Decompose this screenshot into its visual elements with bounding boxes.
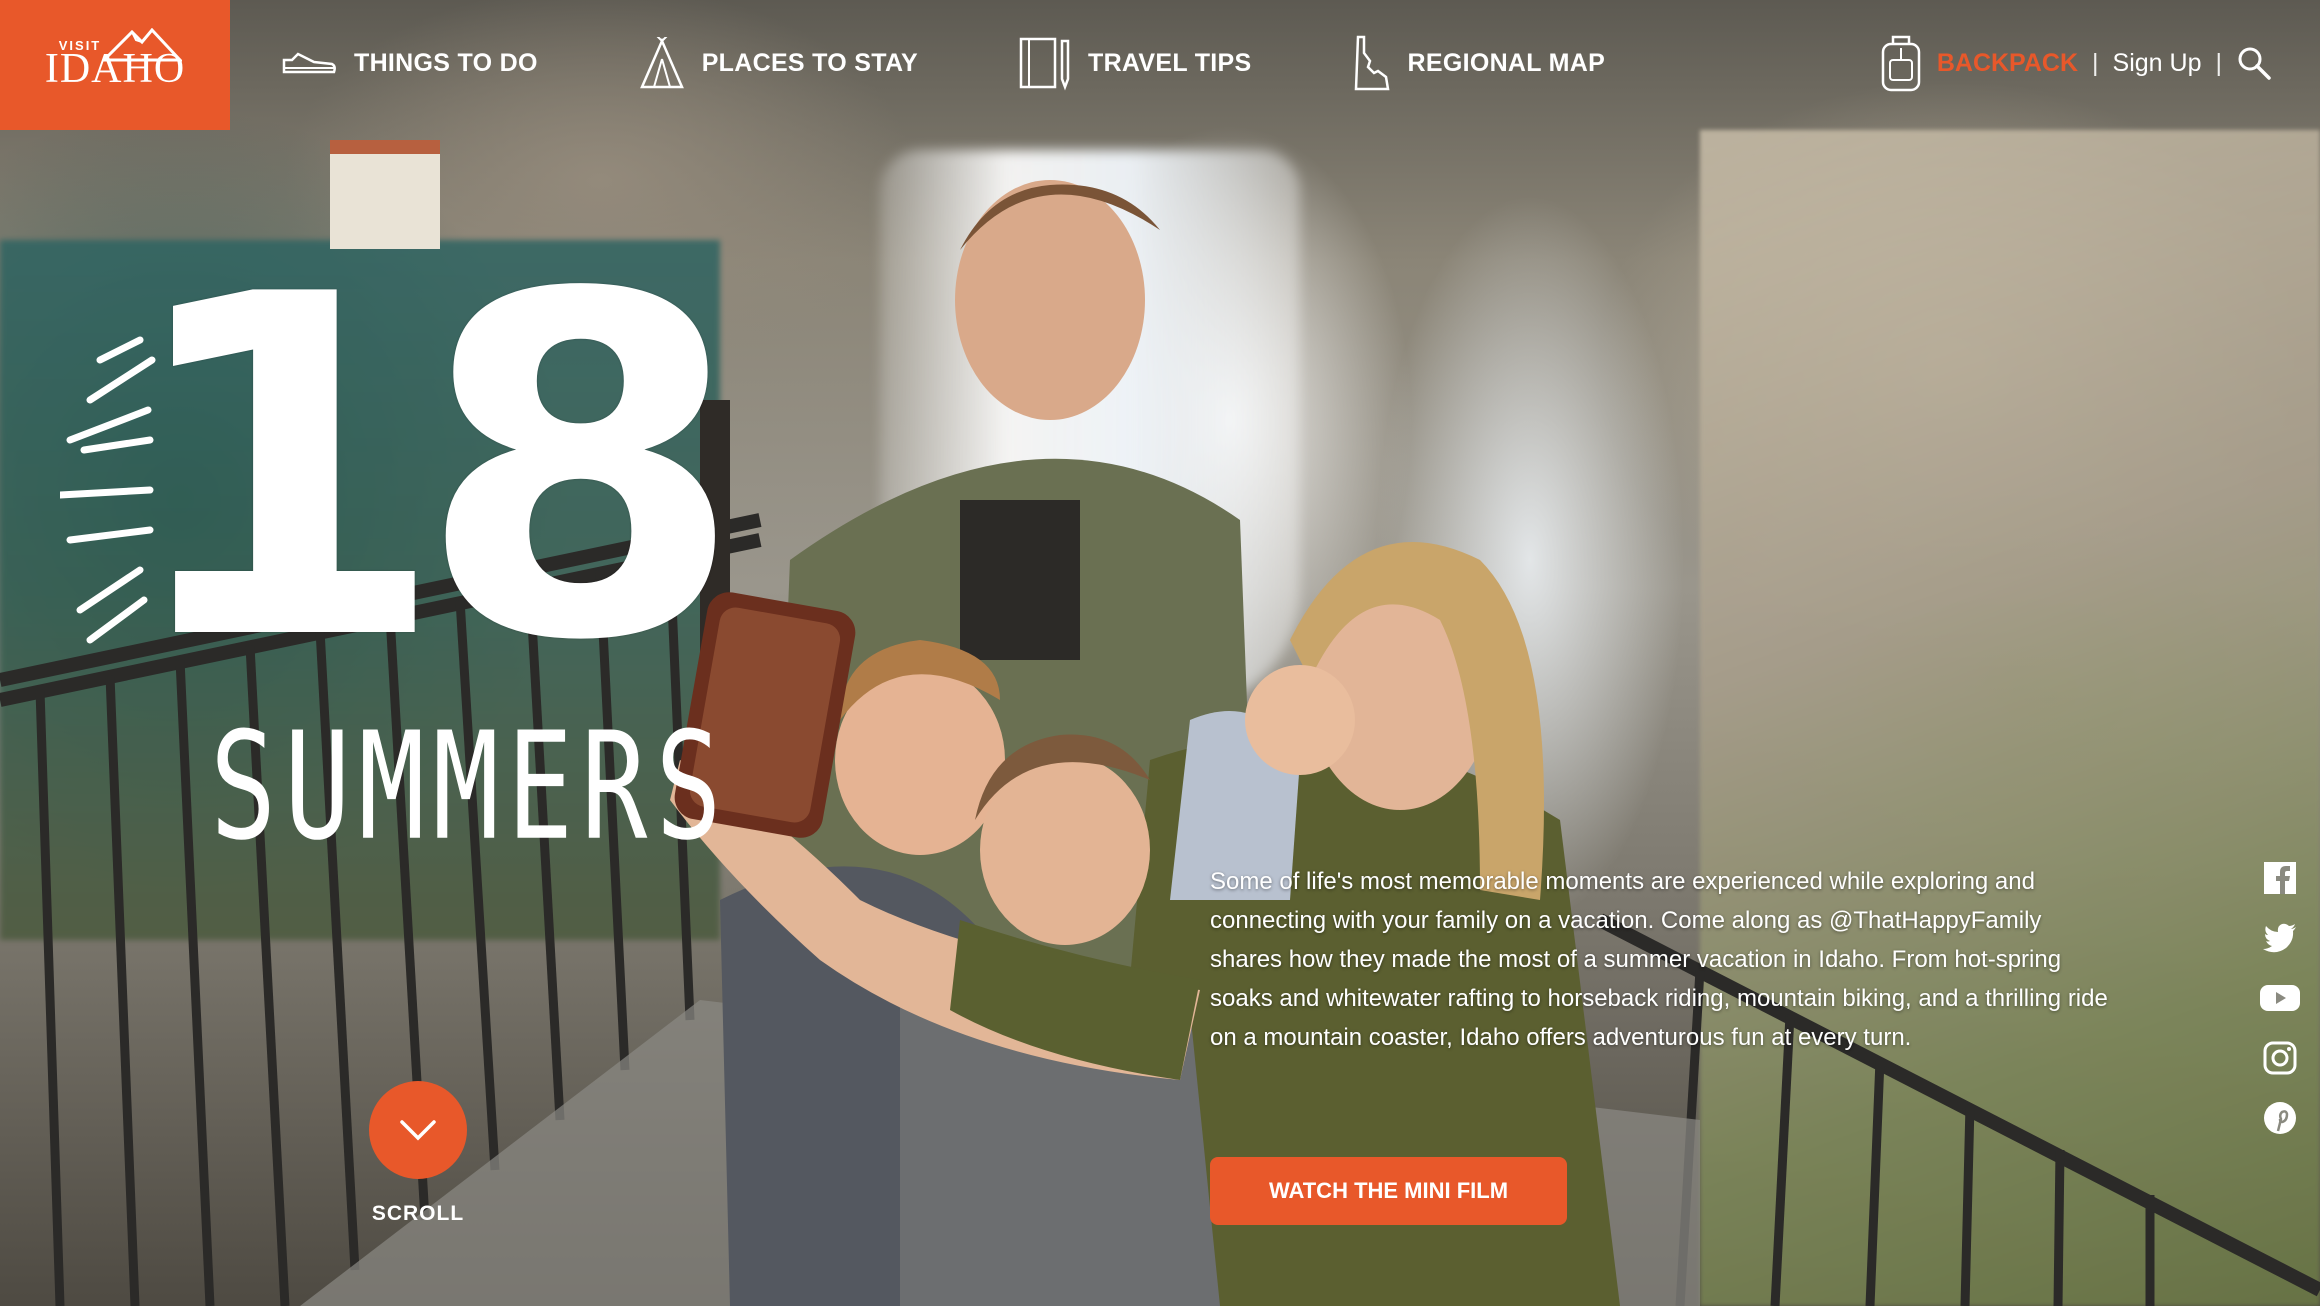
nav-things-to-do-label: THINGS TO DO xyxy=(354,48,538,77)
twitter-icon[interactable] xyxy=(2260,918,2300,958)
nav-places-to-stay-label: PLACES TO STAY xyxy=(701,48,918,77)
shoe-icon xyxy=(282,52,336,74)
search-icon[interactable] xyxy=(2236,45,2272,81)
idaho-map-icon xyxy=(1354,35,1389,91)
hero-title-word: SUMMERS xyxy=(210,700,730,873)
utility-separator: | xyxy=(2215,48,2223,77)
notebook-pencil-icon xyxy=(1019,37,1070,91)
nav-travel-tips[interactable]: TRAVEL TIPS xyxy=(1018,35,1252,91)
tent-icon xyxy=(639,37,684,89)
sign-up-link[interactable]: Sign Up xyxy=(2113,49,2202,78)
canyon-cliff xyxy=(1700,130,2320,1306)
scroll-down-button[interactable] xyxy=(369,1081,467,1179)
youtube-icon[interactable] xyxy=(2260,978,2300,1018)
nav-places-to-stay[interactable]: PLACES TO STAY xyxy=(638,37,918,89)
watch-mini-film-button[interactable]: WATCH THE MINI FILM xyxy=(1210,1157,1567,1225)
nav-regional-map-label: REGIONAL MAP xyxy=(1407,48,1606,77)
social-links xyxy=(2260,858,2300,1158)
utility-nav: BACKPACK | Sign Up | xyxy=(1879,0,2272,126)
waterfall xyxy=(880,150,1300,710)
hero-intro-text: Some of life's most memorable moments ar… xyxy=(1210,868,2108,1051)
pinterest-icon[interactable] xyxy=(2260,1098,2300,1138)
facebook-icon[interactable] xyxy=(2260,858,2300,898)
backpack-link[interactable]: BACKPACK xyxy=(1937,49,2078,78)
nav-travel-tips-label: TRAVEL TIPS xyxy=(1088,48,1252,77)
main-nav: THINGS TO DO PLACES TO STAY TRAVEL TIPS … xyxy=(280,0,1705,126)
mountain-logo-icon xyxy=(102,28,182,62)
nav-things-to-do[interactable]: THINGS TO DO xyxy=(280,48,538,78)
chevron-down-icon xyxy=(400,1120,436,1141)
hero-title-number: 18 xyxy=(120,196,744,743)
nav-regional-map[interactable]: REGIONAL MAP xyxy=(1352,35,1606,91)
visit-idaho-logo[interactable]: VISIT IDAHO xyxy=(0,0,230,130)
scroll-label: SCROLL xyxy=(371,1202,465,1225)
backpack-icon[interactable] xyxy=(1879,34,1923,92)
utility-separator: | xyxy=(2092,48,2099,77)
instagram-icon[interactable] xyxy=(2260,1038,2300,1078)
